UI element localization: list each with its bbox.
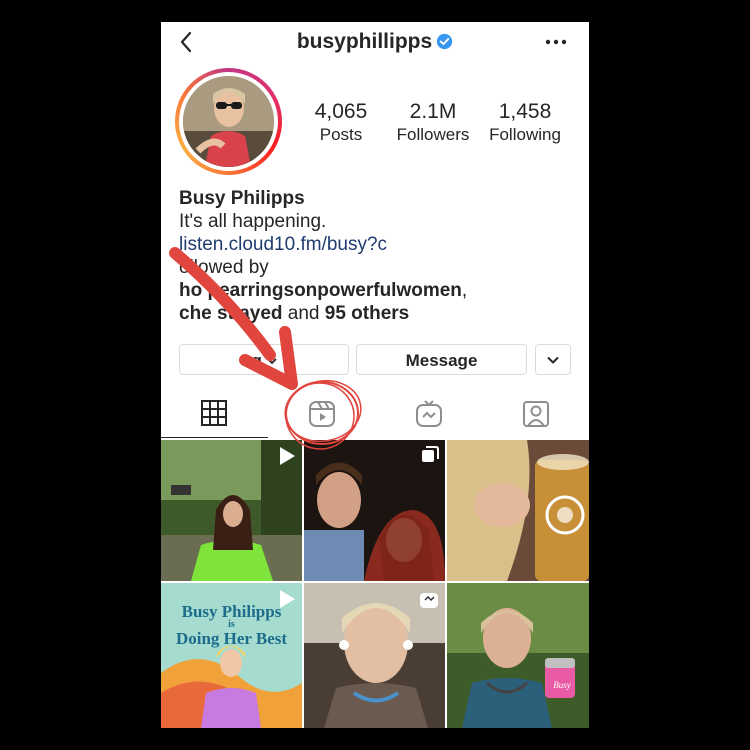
video-icon — [280, 447, 295, 465]
following-button[interactable]: g — [179, 344, 349, 375]
followers-stat[interactable]: 2.1M Followers — [389, 100, 477, 146]
igtv-icon — [416, 400, 442, 427]
username-label: busyphillipps — [296, 30, 433, 53]
tab-grid[interactable] — [161, 392, 268, 436]
followed-by-prefix: ollowed by — [179, 257, 269, 278]
tagged-person-icon — [523, 401, 549, 427]
display-name: Busy Philipps — [179, 188, 305, 209]
followed-by-user[interactable]: ho pearringsonpowerfulwomen — [179, 280, 462, 301]
following-button-label: g — [251, 351, 262, 370]
grid-post-4[interactable]: Busy Philipps is Doing Her Best — [161, 583, 302, 728]
cup-text: Busy — [553, 680, 571, 690]
grid-post-3[interactable] — [447, 440, 589, 581]
avatar-story-ring[interactable] — [175, 68, 282, 175]
followed-by-others[interactable]: 95 others — [325, 303, 409, 324]
suggested-accounts-button[interactable] — [535, 344, 571, 375]
tab-tagged[interactable] — [482, 392, 589, 436]
grid-post-1[interactable] — [161, 440, 302, 581]
video-icon — [280, 590, 295, 608]
following-count: 1,458 — [498, 100, 552, 123]
chevron-down-icon — [547, 356, 559, 364]
following-stat[interactable]: 1,458 Following — [483, 100, 567, 146]
header-username: busyphillipps — [161, 30, 589, 54]
posts-stat: 4,065 Posts — [301, 100, 381, 146]
active-tab-indicator — [161, 437, 268, 438]
chevron-down-icon — [266, 358, 277, 365]
igtv-icon — [420, 593, 438, 608]
tab-igtv[interactable] — [375, 392, 482, 436]
bio-section: Busy Philipps It's all happening. listen… — [179, 187, 579, 325]
message-button[interactable]: Message — [356, 344, 527, 375]
grid-post-5[interactable] — [304, 583, 445, 728]
grid-icon — [201, 400, 227, 426]
tab-reels[interactable] — [268, 392, 375, 436]
top-bar: busyphillipps — [161, 22, 589, 66]
posts-count: 4,065 — [314, 100, 368, 123]
reels-icon — [309, 401, 335, 427]
verified-badge-icon — [437, 33, 453, 50]
followed-by-user[interactable]: che st ayed — [179, 303, 283, 324]
followers-label: Followers — [396, 125, 470, 144]
message-button-label: Message — [405, 351, 478, 370]
following-label: Following — [489, 125, 561, 144]
grid-post-2[interactable] — [304, 440, 445, 581]
carousel-icon — [422, 446, 439, 462]
avatar — [183, 76, 274, 167]
post-thumbnail — [447, 440, 589, 581]
followed-by-line2: che st ayed and 95 others — [179, 303, 410, 324]
instagram-profile-screen: busyphillipps 4,065 Posts 2.1M Followers… — [161, 22, 589, 728]
grid-post-6[interactable]: Busy — [447, 583, 589, 728]
more-options-icon[interactable] — [545, 32, 567, 52]
post-title-overlay: Busy Philipps is Doing Her Best — [175, 602, 288, 648]
followed-by-line1: ho pearringsonpowerfulwomen, — [179, 280, 468, 301]
followers-count: 2.1M — [409, 100, 457, 123]
post-thumbnail — [447, 583, 589, 728]
bio-text: It's all happening. — [179, 211, 327, 232]
posts-label: Posts — [319, 125, 363, 144]
bio-link[interactable]: listen.cloud10.fm/busy?c — [179, 233, 579, 256]
